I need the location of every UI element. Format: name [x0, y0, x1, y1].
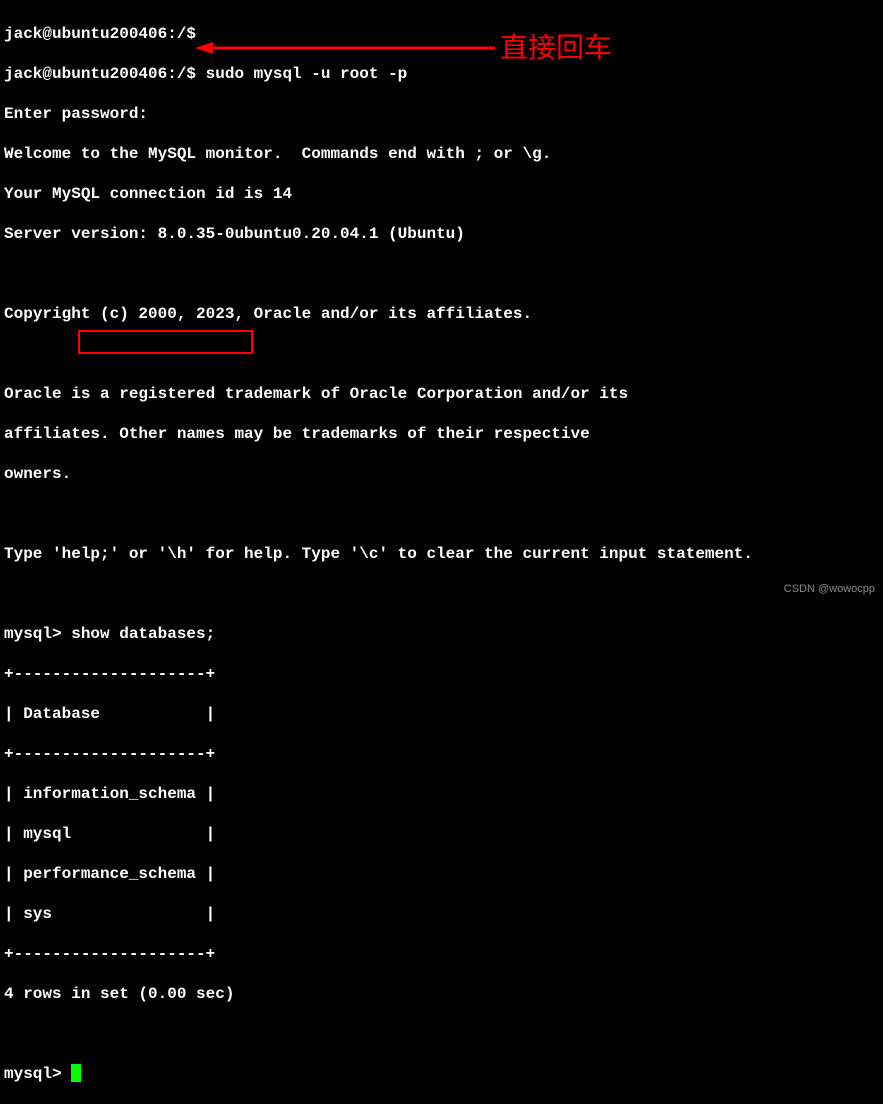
- table-header: | Database |: [4, 704, 879, 724]
- trademark-line-3: owners.: [4, 464, 879, 484]
- password-prompt: Enter password:: [4, 104, 879, 124]
- blank-line: [4, 264, 879, 284]
- blank-line: [4, 1024, 879, 1044]
- terminal-output[interactable]: jack@ubuntu200406:/$ jack@ubuntu200406:/…: [4, 4, 879, 1104]
- blank-line: [4, 584, 879, 604]
- copyright-line: Copyright (c) 2000, 2023, Oracle and/or …: [4, 304, 879, 324]
- welcome-line: Welcome to the MySQL monitor. Commands e…: [4, 144, 879, 164]
- prompt-line: jack@ubuntu200406:/$: [4, 24, 879, 44]
- table-border: +--------------------+: [4, 744, 879, 764]
- watermark-text: CSDN @wowocpp: [784, 583, 875, 597]
- trademark-line-1: Oracle is a registered trademark of Orac…: [4, 384, 879, 404]
- blank-line: [4, 344, 879, 364]
- table-border: +--------------------+: [4, 944, 879, 964]
- result-summary: 4 rows in set (0.00 sec): [4, 984, 879, 1004]
- cursor-icon: [71, 1064, 81, 1082]
- connection-id-line: Your MySQL connection id is 14: [4, 184, 879, 204]
- table-row: | sys |: [4, 904, 879, 924]
- trademark-line-2: affiliates. Other names may be trademark…: [4, 424, 879, 444]
- command-line: jack@ubuntu200406:/$ sudo mysql -u root …: [4, 64, 879, 84]
- table-row: | performance_schema |: [4, 864, 879, 884]
- blank-line: [4, 504, 879, 524]
- mysql-prompt-text: mysql>: [4, 1065, 71, 1083]
- mysql-command-line: mysql> show databases;: [4, 624, 879, 644]
- mysql-prompt-active[interactable]: mysql>: [4, 1064, 879, 1084]
- table-border: +--------------------+: [4, 664, 879, 684]
- help-line: Type 'help;' or '\h' for help. Type '\c'…: [4, 544, 879, 564]
- table-row: | information_schema |: [4, 784, 879, 804]
- table-row: | mysql |: [4, 824, 879, 844]
- server-version-line: Server version: 8.0.35-0ubuntu0.20.04.1 …: [4, 224, 879, 244]
